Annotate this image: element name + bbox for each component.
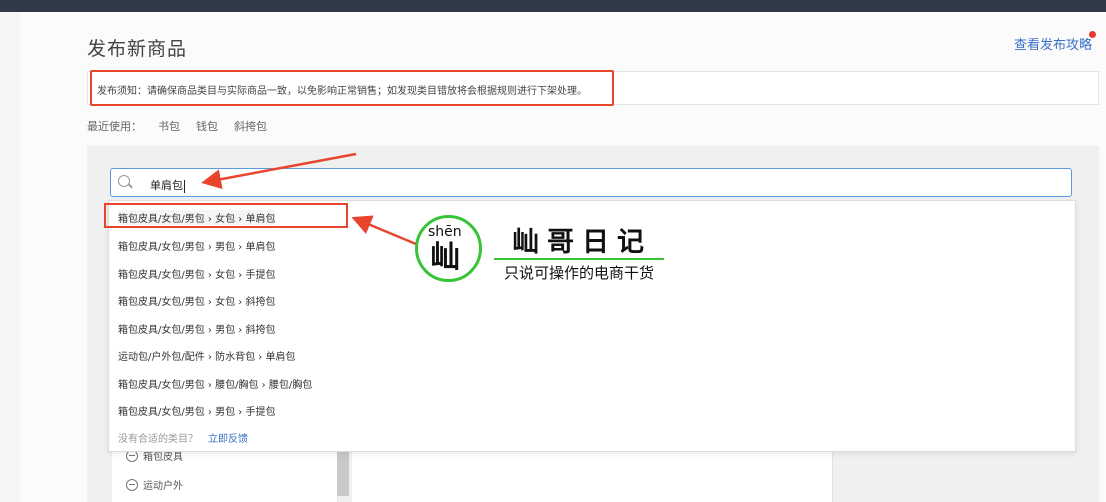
watermark-pinyin: shēn [428,224,462,240]
arrow-to-search [201,152,357,190]
watermark-underline [494,258,664,260]
watermark-brand: 屾哥日记 [512,227,652,258]
watermark-logo-char: 屾 [430,240,460,275]
watermark-slogan: 只说可操作的电商干货 [504,264,655,282]
